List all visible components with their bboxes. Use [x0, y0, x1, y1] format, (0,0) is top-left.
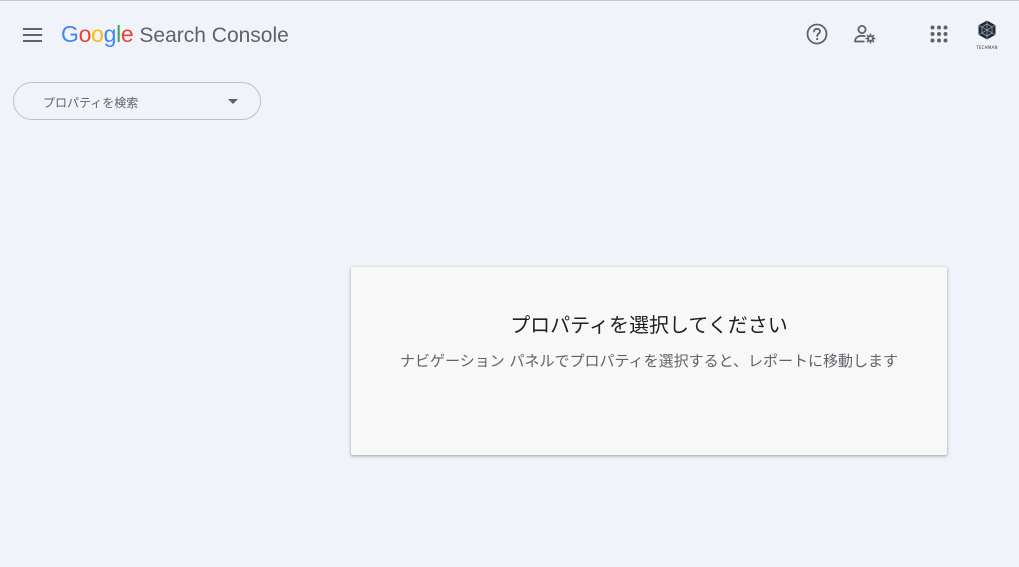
google-apps-button[interactable]: [921, 18, 957, 54]
hamburger-menu-icon: [23, 27, 43, 46]
account-avatar-button[interactable]: TECHMAN: [970, 18, 1004, 52]
techman-logo-icon: [977, 20, 997, 44]
help-button[interactable]: [799, 18, 835, 54]
property-search-placeholder: プロパティを検索: [43, 96, 139, 110]
top-app-bar: Google Search Console TECHMAN: [0, 1, 1019, 73]
main-menu-button[interactable]: [16, 19, 50, 53]
dropdown-arrow-icon: [228, 99, 238, 104]
logo-letter: g: [103, 21, 117, 47]
product-name: Search Console: [139, 24, 289, 47]
apps-grid-icon: [930, 25, 948, 47]
user-settings-icon: [853, 23, 877, 49]
card-description: ナビゲーション パネルでプロパティを選択すると、レポートに移動します: [400, 352, 898, 370]
logo-letter: G: [61, 21, 79, 47]
google-logo: Google: [61, 21, 134, 48]
help-circle-icon: [806, 23, 828, 49]
card-title: プロパティを選択してください: [510, 313, 788, 337]
logo-letter: o: [78, 21, 92, 47]
avatar-caption: TECHMAN: [976, 45, 998, 50]
search-console-settings-button[interactable]: [847, 18, 883, 54]
property-search-dropdown[interactable]: プロパティを検索: [13, 82, 261, 120]
select-property-card: プロパティを選択してください ナビゲーション パネルでプロパティを選択すると、レ…: [351, 267, 947, 455]
logo-letter: o: [91, 21, 104, 47]
logo-letter: e: [120, 21, 134, 47]
app-brand[interactable]: Google Search Console: [61, 21, 289, 53]
